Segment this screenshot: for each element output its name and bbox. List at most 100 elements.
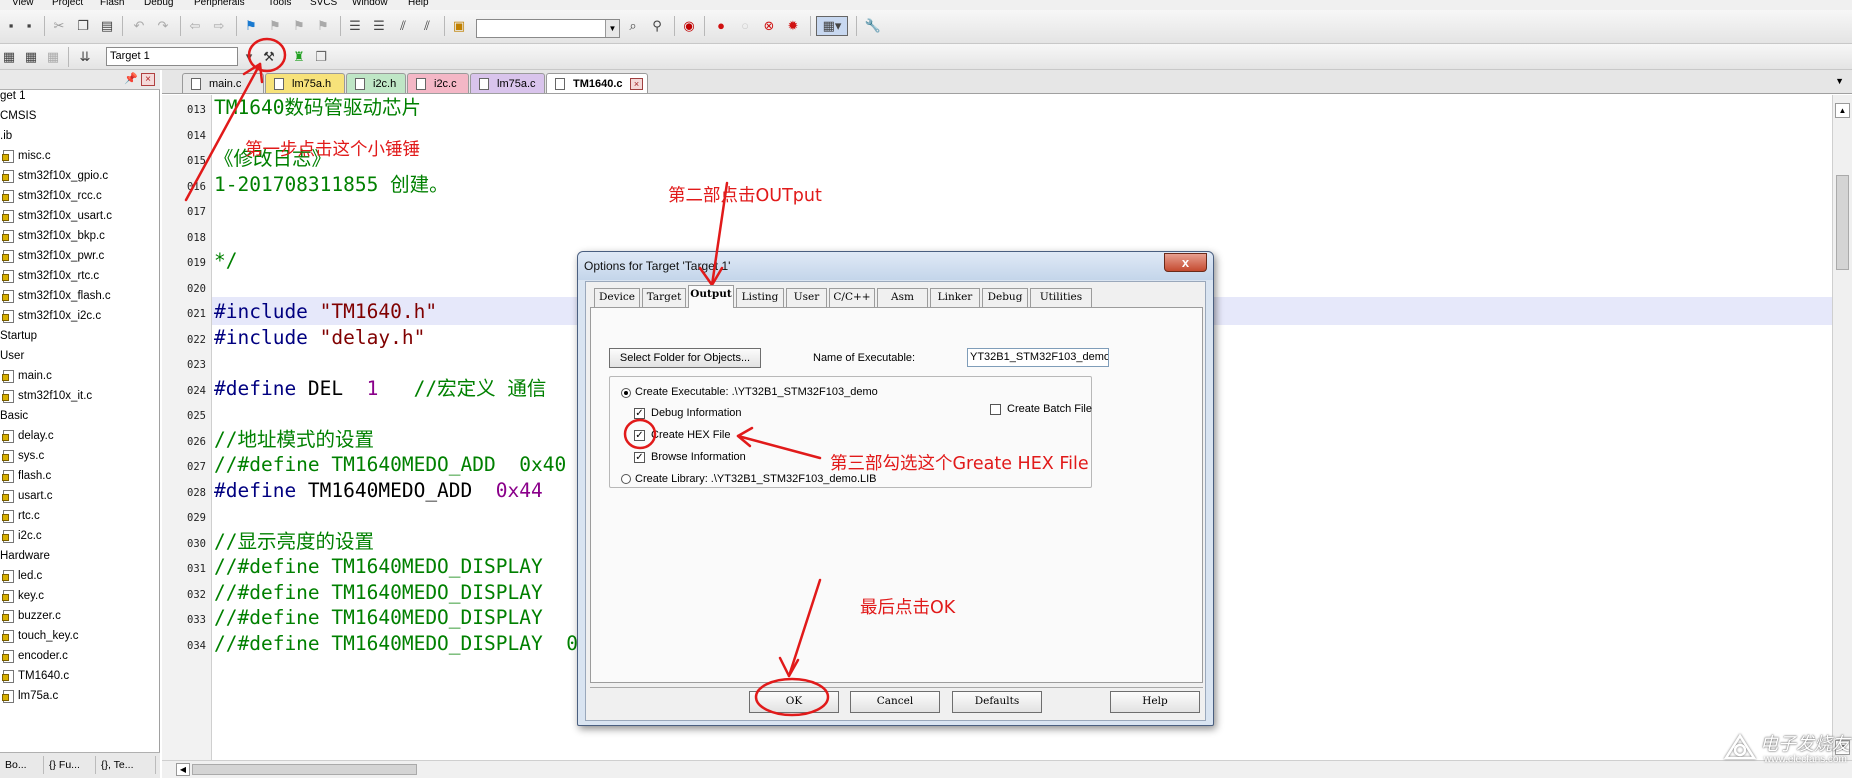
hammer-options-icon[interactable]: ⚒ (260, 48, 278, 66)
translate-icon[interactable]: ▦ (0, 48, 18, 66)
defaults-button[interactable]: Defaults (952, 691, 1042, 713)
find-in-files-icon[interactable]: ▣ (450, 17, 468, 35)
menu-tools[interactable]: Tools (268, 0, 291, 9)
tree-file-item[interactable]: encoder.c (0, 646, 158, 666)
close-icon[interactable]: × (141, 73, 155, 86)
dialog-tab-listing[interactable]: Listing (736, 288, 784, 307)
menu-svcs[interactable]: SVCS (310, 0, 337, 9)
target-select[interactable]: Target 1 (106, 47, 238, 66)
menu-peripherals[interactable]: Peripherals (194, 0, 245, 9)
select-folder-button[interactable]: Select Folder for Objects... (609, 348, 761, 368)
menu-help[interactable]: Help (408, 0, 429, 9)
undo-icon[interactable]: ↶ (130, 17, 148, 35)
vertical-scrollbar[interactable]: ▲ ▼ (1832, 95, 1852, 760)
tree-group-item[interactable]: Hardware (0, 546, 158, 566)
tree-group-item[interactable]: User (0, 346, 158, 366)
tree-file-item[interactable]: stm32f10x_flash.c (0, 286, 158, 306)
tree-file-item[interactable]: stm32f10x_usart.c (0, 206, 158, 226)
menu-view[interactable]: View (12, 0, 34, 9)
tree-file-item[interactable]: touch_key.c (0, 626, 158, 646)
chevron-down-icon[interactable]: ▼ (1835, 76, 1844, 86)
debug-session-icon[interactable]: ◉ (680, 17, 698, 35)
find-icon[interactable]: ⌕ (624, 17, 642, 35)
editor-tab[interactable]: i2c.c (407, 73, 469, 93)
dialog-tab-linker[interactable]: Linker (930, 288, 980, 307)
nav-forward-icon[interactable]: ⇨ (210, 17, 228, 35)
dialog-tab-user[interactable]: User (786, 288, 827, 307)
configure-icon[interactable]: 🔧 (864, 17, 882, 35)
tree-file-item[interactable]: flash.c (0, 466, 158, 486)
cut-icon[interactable]: ✂ (50, 17, 68, 35)
tree-file-item[interactable]: buzzer.c (0, 606, 158, 626)
dialog-titlebar[interactable]: Options for Target 'Target 1' x (578, 252, 1213, 280)
breakpoint-disable-icon[interactable]: ○ (736, 17, 754, 35)
redo-icon[interactable]: ↷ (154, 17, 172, 35)
tree-file-item[interactable]: stm32f10x_i2c.c (0, 306, 158, 326)
rebuild-icon[interactable]: ▦ (44, 48, 62, 66)
tree-group-item[interactable]: get 1 (0, 86, 158, 106)
menu-project[interactable]: Project (52, 0, 83, 9)
tree-file-item[interactable]: TM1640.c (0, 666, 158, 686)
dialog-tab-debug[interactable]: Debug (982, 288, 1028, 307)
tree-file-item[interactable]: stm32f10x_pwr.c (0, 246, 158, 266)
tree-group-item[interactable]: .ib (0, 126, 158, 146)
dialog-close-button[interactable]: x (1164, 253, 1207, 272)
incremental-find-icon[interactable]: ⚲ (648, 17, 666, 35)
create-library-radio[interactable] (621, 474, 631, 484)
dialog-tab-device[interactable]: Device (594, 288, 640, 307)
chevron-down-icon[interactable]: ▼ (605, 20, 619, 37)
exe-name-input[interactable]: YT32B1_STM32F103_demo (967, 348, 1109, 367)
dialog-tab-output[interactable]: Output (688, 285, 734, 308)
tree-file-item[interactable]: delay.c (0, 426, 158, 446)
editor-tab[interactable]: lm75a.c (470, 73, 545, 93)
bookmark-next-icon[interactable]: ⚑ (290, 17, 308, 35)
editor-tab[interactable]: TM1640.c × (546, 73, 648, 93)
panel-tab[interactable]: {}, Te... (98, 756, 156, 774)
create-hex-checkbox[interactable]: ✓ (634, 430, 645, 441)
debug-info-checkbox[interactable]: ✓ (634, 408, 645, 419)
close-icon[interactable]: × (630, 78, 643, 90)
create-batch-checkbox[interactable] (990, 404, 1001, 415)
menu-flash[interactable]: Flash (100, 0, 124, 9)
tree-file-item[interactable]: stm32f10x_gpio.c (0, 166, 158, 186)
pin-icon[interactable]: 📌 (124, 72, 138, 85)
tree-file-item[interactable]: key.c (0, 586, 158, 606)
menu-debug[interactable]: Debug (144, 0, 173, 9)
editor-tab[interactable]: main.c (182, 73, 264, 93)
comment-icon[interactable]: ⫽ (394, 17, 412, 35)
uncomment-icon[interactable]: ⫽ (418, 17, 436, 35)
tree-file-item[interactable]: usart.c (0, 486, 158, 506)
panel-tab[interactable]: Bo... (2, 756, 44, 774)
breakpoint-icon[interactable]: ● (712, 17, 730, 35)
tree-file-item[interactable]: i2c.c (0, 526, 158, 546)
copy-icon[interactable]: ❐ (74, 17, 92, 35)
bookmark-icon[interactable]: ⚑ (242, 17, 260, 35)
dialog-tab-target[interactable]: Target (642, 288, 686, 307)
indent-icon[interactable]: ☰ (346, 17, 364, 35)
browse-info-checkbox[interactable]: ✓ (634, 452, 645, 463)
menu-window[interactable]: Window (352, 0, 388, 9)
tree-file-item[interactable]: led.c (0, 566, 158, 586)
tree-group-item[interactable]: Startup (0, 326, 158, 346)
bookmark-prev-icon[interactable]: ⚑ (266, 17, 284, 35)
tree-file-item[interactable]: lm75a.c (0, 686, 158, 706)
tree-file-item[interactable]: sys.c (0, 446, 158, 466)
scroll-up-icon[interactable]: ▲ (1835, 103, 1850, 118)
editor-tab[interactable]: lm75a.h (265, 73, 345, 93)
tree-file-item[interactable]: rtc.c (0, 506, 158, 526)
breakpoint-kill-icon[interactable]: ✹ (784, 17, 802, 35)
tree-file-item[interactable]: misc.c (0, 146, 158, 166)
nav-back-icon[interactable]: ⇦ (186, 17, 204, 35)
save-icon[interactable]: ▪ (2, 17, 20, 35)
bookmark-clear-icon[interactable]: ⚑ (314, 17, 332, 35)
tree-group-item[interactable]: CMSIS (0, 106, 158, 126)
window-layout-button[interactable]: ▦▾ (816, 16, 848, 36)
download-icon[interactable]: ⇊ (76, 48, 94, 66)
paste-icon[interactable]: ▤ (98, 17, 116, 35)
panel-tab[interactable]: {} Fu... (46, 756, 96, 774)
tree-file-item[interactable]: main.c (0, 366, 158, 386)
save-all-icon[interactable]: ▪ (20, 17, 38, 35)
scroll-thumb[interactable] (1836, 175, 1849, 270)
editor-tab[interactable]: i2c.h (346, 73, 406, 93)
tree-file-item[interactable]: stm32f10x_rtc.c (0, 266, 158, 286)
